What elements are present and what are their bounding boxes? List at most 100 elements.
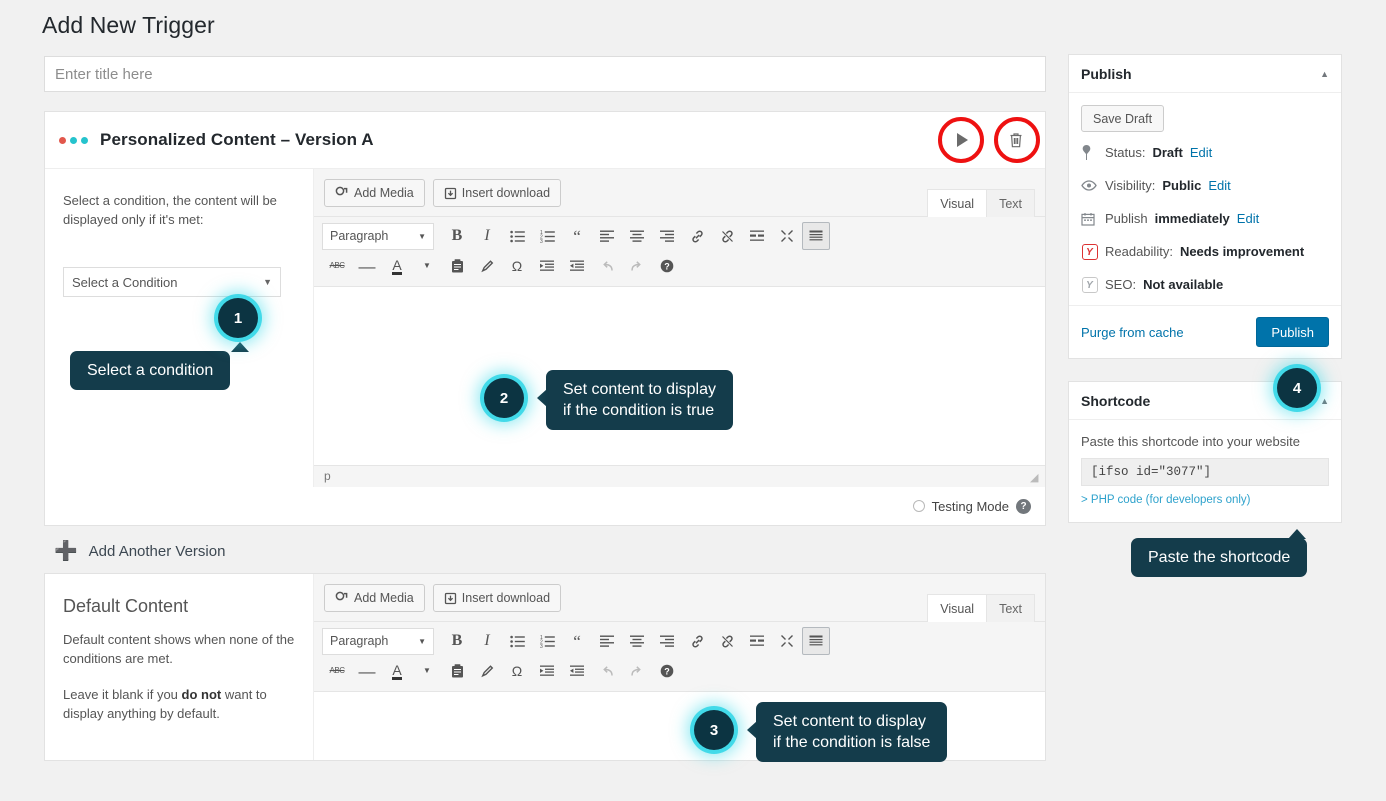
toolbar-toggle-icon[interactable] (802, 222, 830, 250)
decrease-indent-icon[interactable] (532, 252, 562, 280)
align-left-icon[interactable] (592, 627, 622, 655)
readability-value: Needs improvement (1180, 244, 1304, 259)
php-code-link[interactable]: > PHP code (for developers only) (1069, 486, 1341, 522)
horizontal-line-icon[interactable]: — (352, 657, 382, 685)
remove-link-icon[interactable] (712, 222, 742, 250)
default-content-column: Default Content Default content shows wh… (45, 574, 313, 760)
add-media-button[interactable]: Add Media (324, 179, 425, 207)
undo-icon[interactable] (592, 252, 622, 280)
editor-resize-handle[interactable]: ◢ (1030, 473, 1042, 485)
insert-read-more-icon[interactable] (742, 222, 772, 250)
svg-text:3: 3 (540, 239, 543, 243)
fullscreen-icon[interactable] (772, 222, 802, 250)
chevron-up-icon[interactable]: ▲ (1320, 69, 1329, 79)
numbered-list-icon[interactable]: 123 (532, 627, 562, 655)
tab-text[interactable]: Text (986, 189, 1035, 217)
redo-icon[interactable] (622, 657, 652, 685)
keyboard-shortcuts-icon[interactable]: ? (652, 657, 682, 685)
bold-icon[interactable]: B (442, 222, 472, 250)
svg-text:?: ? (664, 261, 670, 271)
shortcode-value[interactable]: [ifso id="3077"] (1081, 458, 1329, 486)
strikethrough-icon[interactable]: ABC (322, 657, 352, 685)
text-color-dropdown-icon[interactable]: ▼ (412, 657, 442, 685)
undo-icon[interactable] (592, 657, 622, 685)
callout-tooltip-2: Set content to display if the condition … (546, 370, 733, 430)
toolbar-toggle-icon[interactable] (802, 627, 830, 655)
insert-read-more-icon[interactable] (742, 627, 772, 655)
insert-download-label: Insert download (462, 591, 550, 605)
help-icon[interactable]: ? (1016, 499, 1031, 514)
editor-toolbar: Paragraph ▼ B I 123 “ (314, 622, 1045, 692)
format-select[interactable]: Paragraph ▼ (322, 628, 434, 655)
tab-visual[interactable]: Visual (927, 189, 987, 217)
publish-row-visibility: Visibility: Public Edit (1081, 173, 1329, 198)
version-footer: Testing Mode ? (45, 487, 1045, 525)
tab-visual[interactable]: Visual (927, 594, 987, 622)
trash-icon[interactable] (1003, 127, 1029, 153)
decrease-indent-icon[interactable] (532, 657, 562, 685)
plus-icon: ➕ (54, 542, 78, 561)
tab-text[interactable]: Text (986, 594, 1035, 622)
add-media-button[interactable]: Add Media (324, 584, 425, 612)
clear-formatting-icon[interactable] (472, 657, 502, 685)
version-panel-header: Personalized Content – Version A (45, 112, 1045, 169)
paste-as-text-icon[interactable] (442, 657, 472, 685)
align-left-icon[interactable] (592, 222, 622, 250)
add-another-version-button[interactable]: ➕ Add Another Version (44, 542, 1046, 561)
publish-row-status: Status: Draft Edit (1081, 140, 1329, 165)
increase-indent-icon[interactable] (562, 252, 592, 280)
calendar-icon (1081, 212, 1098, 226)
visibility-edit-link[interactable]: Edit (1208, 178, 1230, 193)
align-right-icon[interactable] (652, 627, 682, 655)
insert-link-icon[interactable] (682, 627, 712, 655)
bulleted-list-icon[interactable] (502, 627, 532, 655)
editor-path-indicator: p ◢ (314, 465, 1045, 487)
text-color-icon[interactable]: A (382, 657, 412, 685)
testing-mode-radio[interactable] (913, 500, 925, 512)
clear-formatting-icon[interactable] (472, 252, 502, 280)
fullscreen-icon[interactable] (772, 627, 802, 655)
remove-link-icon[interactable] (712, 627, 742, 655)
text-color-icon[interactable]: A (382, 252, 412, 280)
insert-link-icon[interactable] (682, 222, 712, 250)
align-center-icon[interactable] (622, 222, 652, 250)
play-icon[interactable] (949, 127, 975, 153)
italic-icon[interactable]: I (472, 627, 502, 655)
redo-icon[interactable] (622, 252, 652, 280)
italic-icon[interactable]: I (472, 222, 502, 250)
post-title-input[interactable] (44, 56, 1046, 92)
condition-column: Select a condition, the content will be … (45, 169, 313, 487)
add-media-label: Add Media (354, 186, 414, 200)
insert-download-button[interactable]: Insert download (433, 179, 561, 207)
text-color-dropdown-icon[interactable]: ▼ (412, 252, 442, 280)
purge-from-cache-link[interactable]: Purge from cache (1081, 325, 1184, 340)
format-select[interactable]: Paragraph ▼ (322, 223, 434, 250)
add-another-version-label: Add Another Version (89, 543, 226, 560)
strikethrough-icon[interactable]: ABC (322, 252, 352, 280)
special-character-icon[interactable]: Ω (502, 657, 532, 685)
save-draft-button[interactable]: Save Draft (1081, 105, 1164, 132)
blockquote-icon[interactable]: “ (562, 222, 592, 250)
align-center-icon[interactable] (622, 627, 652, 655)
special-character-icon[interactable]: Ω (502, 252, 532, 280)
publish-panel-footer: Purge from cache Publish (1069, 305, 1341, 358)
version-dots-icon (59, 137, 88, 144)
paste-as-text-icon[interactable] (442, 252, 472, 280)
insert-download-button[interactable]: Insert download (433, 584, 561, 612)
publish-button[interactable]: Publish (1256, 317, 1329, 347)
numbered-list-icon[interactable]: 123 (532, 222, 562, 250)
format-select-value: Paragraph (330, 634, 388, 648)
increase-indent-icon[interactable] (562, 657, 592, 685)
status-edit-link[interactable]: Edit (1190, 145, 1212, 160)
chevron-up-icon[interactable]: ▲ (1320, 396, 1329, 406)
callout-badge-1: 1 (218, 298, 258, 338)
callout-tooltip-1: Select a condition (70, 351, 230, 390)
bulleted-list-icon[interactable] (502, 222, 532, 250)
condition-select[interactable]: Select a Condition ▼ (63, 267, 281, 297)
publish-edit-link[interactable]: Edit (1237, 211, 1259, 226)
bold-icon[interactable]: B (442, 627, 472, 655)
align-right-icon[interactable] (652, 222, 682, 250)
keyboard-shortcuts-icon[interactable]: ? (652, 252, 682, 280)
blockquote-icon[interactable]: “ (562, 627, 592, 655)
horizontal-line-icon[interactable]: — (352, 252, 382, 280)
